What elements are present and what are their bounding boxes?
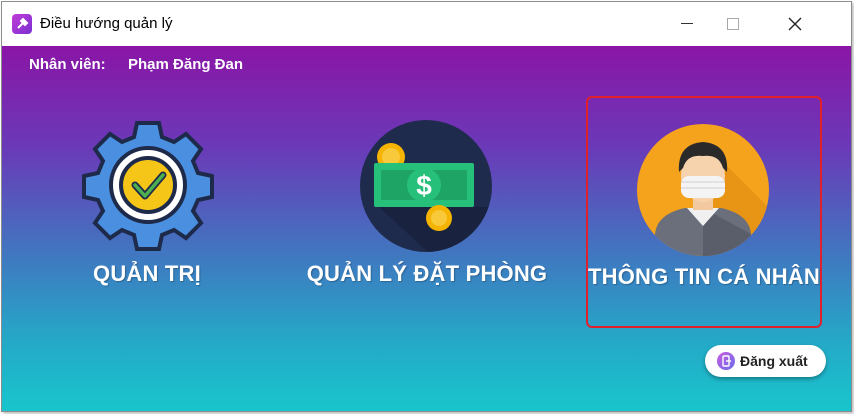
- user-avatar-icon: [635, 122, 771, 263]
- employee-name: Phạm Đăng Đan: [128, 56, 244, 73]
- logout-button[interactable]: Đăng xuất: [705, 345, 826, 377]
- gear-check-icon: [82, 119, 214, 256]
- logout-icon: [717, 352, 735, 370]
- tile-booking-label: QUẢN LÝ ĐẶT PHÒNG: [306, 261, 548, 286]
- close-button[interactable]: [772, 2, 818, 46]
- minimize-icon: [681, 23, 693, 24]
- close-icon: [788, 17, 802, 31]
- money-icon: $: [359, 119, 493, 258]
- employee-label: Nhân viên:: [29, 56, 106, 73]
- tile-personal-info-label: THÔNG TIN CÁ NHÂN: [588, 264, 820, 289]
- tile-personal-info[interactable]: THÔNG TIN CÁ NHÂN: [586, 96, 822, 328]
- minimize-button[interactable]: [664, 2, 710, 46]
- logout-label: Đăng xuất: [740, 353, 808, 369]
- maximize-button[interactable]: [710, 2, 756, 46]
- app-icon: [12, 14, 32, 34]
- tile-booking-management[interactable]: $ QUẢN LÝ ĐẶT PHÒNG: [302, 96, 552, 328]
- window-title: Điều hướng quản lý: [40, 15, 173, 32]
- tile-admin[interactable]: QUẢN TRỊ: [62, 96, 232, 328]
- maximize-icon: [727, 18, 739, 30]
- app-window: Điều hướng quản lý Nhân viên: Phạm Đăng …: [1, 1, 852, 412]
- tile-admin-label: QUẢN TRỊ: [93, 261, 201, 286]
- svg-text:$: $: [416, 170, 432, 201]
- title-bar[interactable]: Điều hướng quản lý: [2, 2, 851, 46]
- main-panel: Nhân viên: Phạm Đăng Đan QUẢN TRỊ $ QUẢN…: [2, 46, 851, 411]
